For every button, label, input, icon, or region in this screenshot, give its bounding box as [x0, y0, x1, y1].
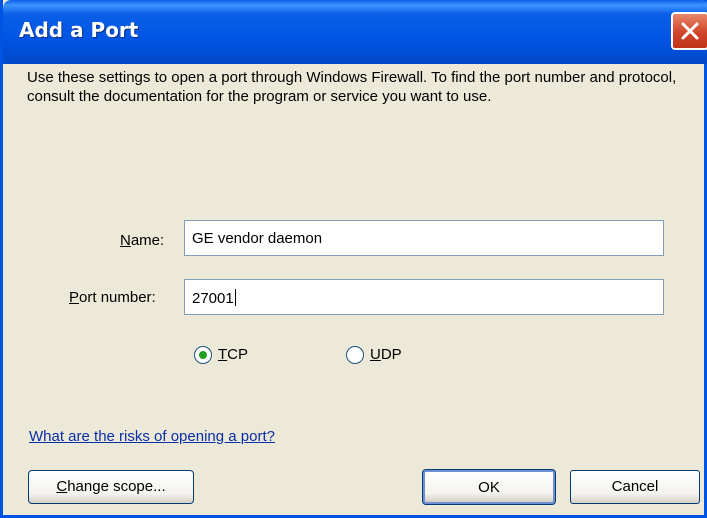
port-label-accel: P	[69, 289, 80, 306]
name-label-rest: ame:	[130, 232, 165, 249]
radio-udp-label: UDP	[370, 346, 402, 363]
radio-tcp-label: TCP	[218, 346, 249, 363]
title-bar[interactable]: Add a Port	[3, 0, 707, 64]
text-caret	[234, 289, 236, 306]
close-button[interactable]	[671, 12, 707, 50]
cancel-button[interactable]: Cancel	[570, 470, 700, 504]
add-port-dialog: Add a Port Use these settings to open a …	[0, 0, 707, 518]
name-input-value: GE vendor daemon	[192, 230, 323, 247]
change-scope-button[interactable]: Change scope...	[28, 470, 194, 504]
close-icon	[681, 22, 699, 40]
port-label-rest: ort number:	[79, 289, 156, 306]
port-number-value: 27001	[192, 290, 234, 307]
name-label-accel: N	[120, 232, 131, 249]
name-input[interactable]: GE vendor daemon	[184, 220, 664, 256]
port-number-input[interactable]: 27001	[184, 279, 664, 315]
name-label: Name:	[120, 232, 164, 249]
radio-tcp-button[interactable]	[194, 346, 212, 364]
radio-selected-dot	[199, 351, 207, 359]
window-title: Add a Port	[19, 18, 139, 42]
ok-button[interactable]: OK	[422, 469, 556, 505]
port-number-label: Port number:	[69, 289, 156, 306]
radio-udp-button[interactable]	[346, 346, 364, 364]
description-text: Use these settings to open a port throug…	[27, 69, 677, 105]
risks-link[interactable]: What are the risks of opening a port?	[29, 428, 275, 445]
